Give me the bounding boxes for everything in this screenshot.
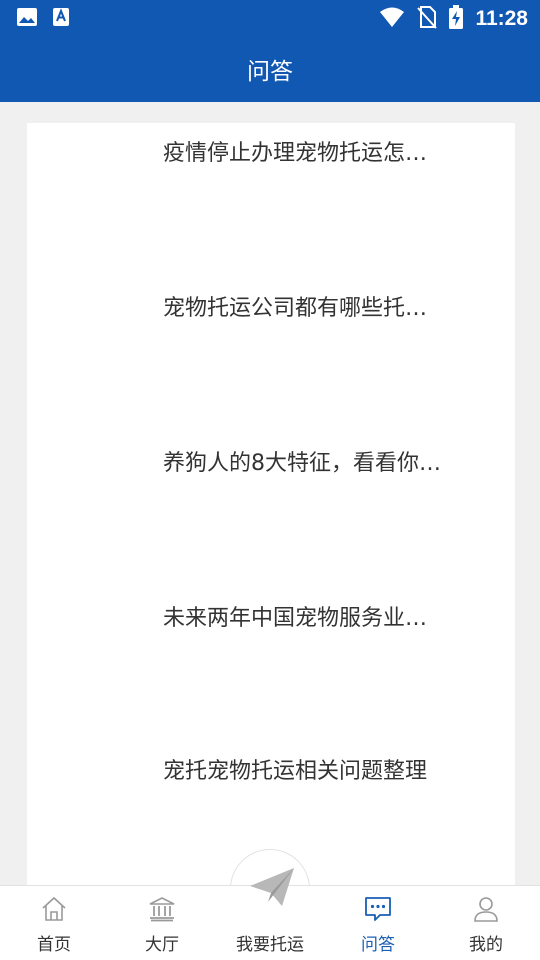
tab-label: 我的	[469, 935, 503, 955]
qa-list-item[interactable]: 疫情停止办理宠物托运怎…	[27, 123, 515, 273]
qa-thumbnail	[39, 439, 149, 519]
chat-icon	[363, 894, 393, 924]
qa-item-title: 养狗人的8大特征，看看你…	[163, 451, 441, 476]
status-right-icons: 11:28	[379, 5, 528, 33]
home-icon	[39, 894, 69, 924]
tab-qa[interactable]: 问答	[324, 886, 432, 960]
no-sim-icon	[417, 5, 438, 33]
title-bar: 问答	[0, 36, 540, 102]
qa-thumbnail	[39, 129, 149, 209]
qa-thumbnail	[39, 284, 149, 364]
qa-list-item[interactable]: 未来两年中国宠物服务业…	[27, 588, 515, 738]
qa-item-title: 疫情停止办理宠物托运怎…	[163, 141, 428, 166]
status-bar: 11:28	[0, 0, 540, 36]
tab-label: 大厅	[145, 935, 179, 955]
text-a-icon	[52, 7, 70, 31]
qa-item-title: 宠托宠物托运相关问题整理	[163, 759, 428, 784]
status-left-icons	[16, 7, 70, 31]
tab-home[interactable]: 首页	[0, 886, 108, 960]
image-icon	[16, 7, 38, 31]
qa-list[interactable]: 疫情停止办理宠物托运怎… 宠物托运公司都有哪些托… 养狗人的8大特征，看看你… …	[27, 123, 515, 885]
wifi-icon	[379, 6, 405, 32]
tab-label: 我要托运	[236, 935, 304, 955]
tab-label: 问答	[361, 935, 395, 955]
tab-hall[interactable]: 大厅	[108, 886, 216, 960]
qa-item-title: 未来两年中国宠物服务业…	[163, 606, 428, 631]
bank-icon	[147, 894, 177, 924]
qa-item-title: 宠物托运公司都有哪些托…	[163, 296, 428, 321]
battery-charging-icon	[449, 5, 464, 33]
tab-label: 首页	[37, 935, 71, 955]
tab-mine[interactable]: 我的	[432, 886, 540, 960]
qa-list-item[interactable]: 养狗人的8大特征，看看你…	[27, 433, 515, 583]
qa-thumbnail	[39, 594, 149, 674]
page-title: 问答	[247, 59, 293, 85]
user-icon	[471, 894, 501, 924]
send-icon[interactable]	[248, 864, 296, 912]
qa-list-item[interactable]: 宠物托运公司都有哪些托…	[27, 278, 515, 428]
status-time: 11:28	[475, 7, 528, 30]
qa-thumbnail	[39, 747, 149, 827]
